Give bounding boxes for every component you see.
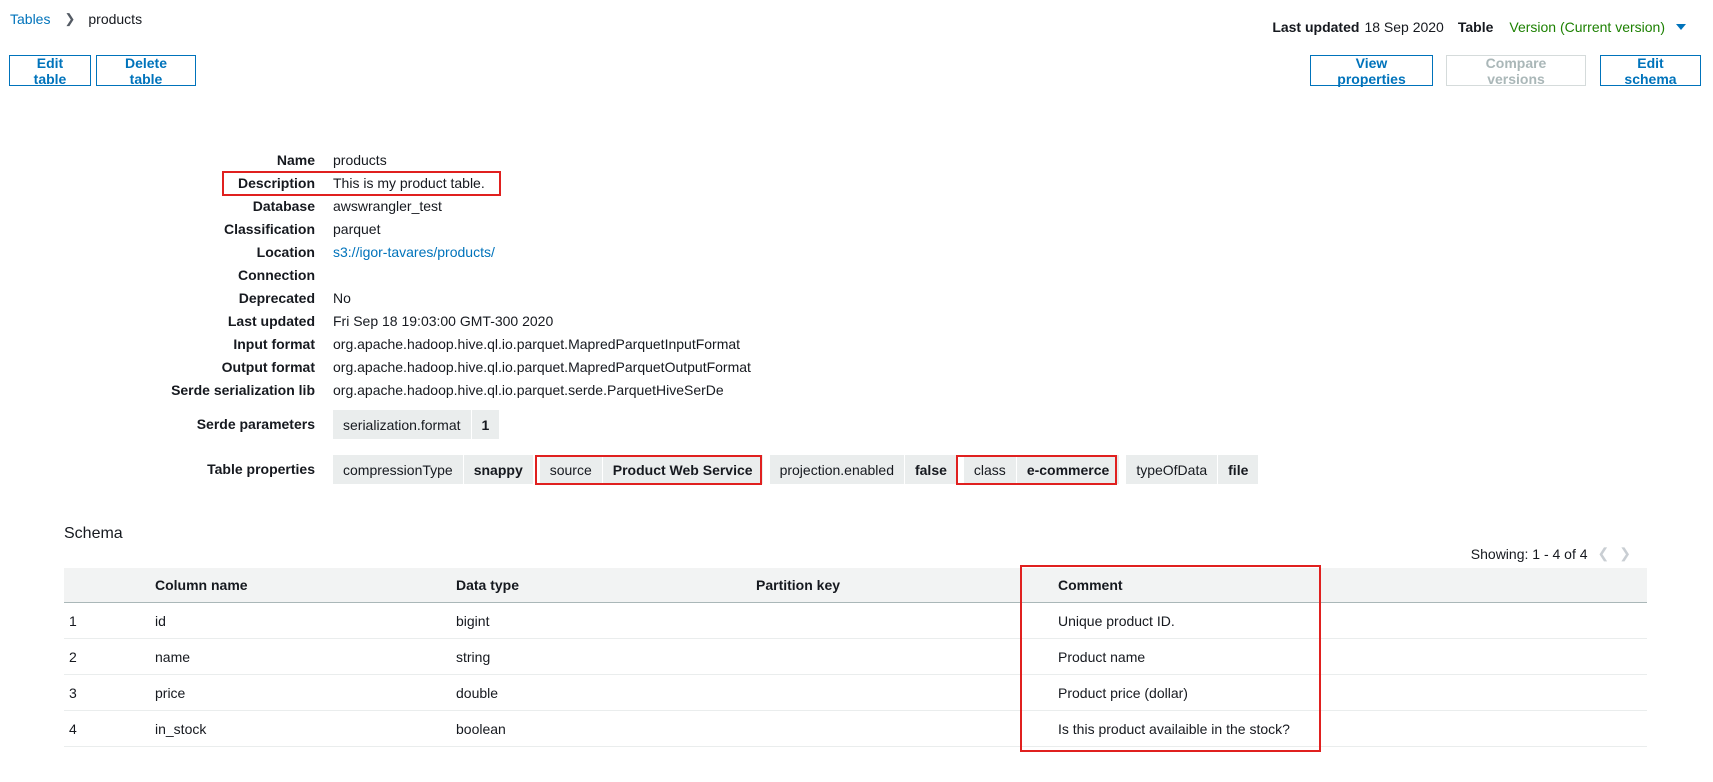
property-label-last-updated: Last updated — [227, 313, 315, 329]
row-column-name: in_stock — [155, 710, 456, 747]
highlight-box-description — [222, 171, 501, 196]
location-link[interactable]: s3://igor-tavares/products/ — [333, 244, 495, 260]
column-header-partition: Partition key — [756, 568, 1058, 603]
breadcrumb-tables-link[interactable]: Tables — [10, 11, 50, 27]
schema-table: Column name Data type Partition key Comm… — [64, 568, 1647, 747]
row-index: 2 — [64, 638, 155, 675]
chip-key: projection.enabled — [769, 455, 905, 484]
column-header-type: Data type — [456, 568, 756, 603]
highlight-box-comment-column — [1020, 565, 1321, 752]
edit-schema-button[interactable]: Edit schema — [1600, 55, 1701, 87]
row-partition-key — [756, 674, 1058, 711]
property-label-deprecated: Deprecated — [238, 290, 315, 306]
property-label-serde-parameters: Serde parameters — [196, 416, 315, 432]
chip-key: serialization.format — [333, 410, 472, 439]
row-index: 4 — [64, 710, 155, 747]
chevron-left-icon: ❮ — [1597, 545, 1610, 561]
column-header-index — [64, 568, 155, 603]
table-label: Table — [1457, 19, 1494, 35]
delete-table-button[interactable]: Delete table — [96, 55, 196, 87]
chevron-right-icon: ❯ — [64, 11, 76, 26]
property-label-database: Database — [252, 198, 315, 214]
row-partition-key — [756, 602, 1058, 639]
chip-value: file — [1218, 455, 1260, 484]
property-label-location: Location — [256, 244, 315, 260]
row-data-type: string — [456, 638, 756, 675]
last-updated-value: 18 Sep 2020 — [1364, 19, 1444, 35]
serde-parameter-chip: serialization.format 1 — [333, 410, 501, 439]
property-value-output-format: org.apache.hadoop.hive.ql.io.parquet.Map… — [333, 359, 751, 375]
breadcrumb-current: products — [88, 11, 143, 27]
column-header-name: Column name — [155, 568, 456, 603]
property-label-name: Name — [276, 152, 315, 168]
row-data-type: bigint — [456, 602, 756, 639]
row-index: 3 — [64, 674, 155, 711]
pagination-text: Showing: 1 - 4 of 4 — [1470, 545, 1588, 562]
property-value-input-format: org.apache.hadoop.hive.ql.io.parquet.Map… — [333, 336, 741, 352]
property-label-classification: Classification — [223, 221, 315, 237]
schema-title: Schema — [64, 525, 123, 542]
row-column-name: id — [155, 602, 456, 639]
property-value-name: products — [333, 152, 387, 168]
table-property-chips: compressionType snappy source Product We… — [333, 455, 1260, 484]
table-row: 4 in_stock boolean Is this product avail… — [64, 710, 1647, 747]
row-column-name: name — [155, 638, 456, 675]
last-updated-label: Last updated — [1272, 19, 1360, 35]
row-partition-key — [756, 638, 1058, 675]
highlight-box-class — [956, 455, 1117, 485]
row-data-type: boolean — [456, 710, 756, 747]
property-value-serde-lib: org.apache.hadoop.hive.ql.io.parquet.ser… — [333, 382, 724, 398]
property-label-table-properties: Table properties — [207, 461, 315, 477]
edit-table-button[interactable]: Edit table — [9, 55, 91, 87]
table-row: 2 name string Product name — [64, 638, 1647, 675]
version-dropdown[interactable]: Version (Current version) — [1509, 19, 1686, 35]
view-properties-button[interactable]: View properties — [1310, 55, 1433, 87]
caret-down-icon — [1676, 24, 1686, 30]
chip-value: false — [904, 455, 958, 484]
table-row: 1 id bigint Unique product ID. — [64, 602, 1647, 639]
version-label: Version (Current version) — [1509, 19, 1665, 35]
table-row: 3 price double Product price (dollar) — [64, 674, 1647, 711]
property-label-output-format: Output format — [221, 359, 315, 375]
property-value-last-updated: Fri Sep 18 19:03:00 GMT-300 2020 — [333, 313, 554, 329]
chip-value: 1 — [471, 410, 501, 439]
highlight-box-source — [535, 455, 762, 485]
row-data-type: double — [456, 674, 756, 711]
chip-key: compressionType — [333, 455, 464, 484]
property-value-deprecated: No — [333, 290, 351, 306]
chevron-right-icon: ❯ — [1619, 545, 1631, 561]
property-value-database: awswrangler_test — [333, 198, 442, 214]
row-index: 1 — [64, 602, 155, 639]
breadcrumb: Tables ❯ products — [10, 11, 142, 27]
table-meta: Last updated 18 Sep 2020 Table Version (… — [1272, 19, 1686, 35]
property-label-serde-lib: Serde serialization lib — [171, 382, 315, 398]
property-label-input-format: Input format — [233, 336, 315, 352]
row-column-name: price — [155, 674, 456, 711]
schema-header-row: Column name Data type Partition key Comm… — [64, 568, 1647, 603]
chip-value: snappy — [463, 455, 534, 484]
chip-key: typeOfData — [1126, 455, 1219, 484]
property-value-classification: parquet — [333, 221, 381, 237]
property-label-connection: Connection — [238, 267, 315, 283]
compare-versions-button: Compare versions — [1446, 55, 1586, 87]
pagination: Showing: 1 - 4 of 4 ❮ ❯ — [1471, 545, 1631, 562]
row-partition-key — [756, 710, 1058, 747]
